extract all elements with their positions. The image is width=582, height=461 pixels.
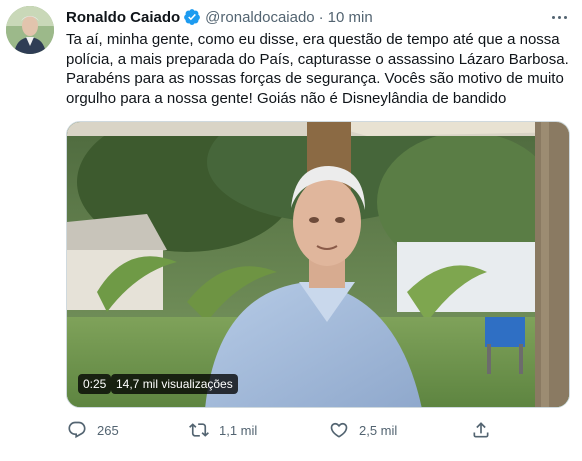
like-button[interactable]: 2,5 mil <box>328 418 397 442</box>
video-player[interactable] <box>66 121 570 408</box>
tweet-text-line: Parabéns para as nossas forças de segura… <box>66 70 564 87</box>
like-count: 2,5 mil <box>359 422 398 438</box>
separator-dot: · <box>318 8 324 26</box>
retweet-button[interactable]: 1,1 mil <box>188 418 257 442</box>
author-name[interactable]: Ronaldo Caiado <box>66 9 180 26</box>
more-icon[interactable] <box>548 8 570 26</box>
retweet-icon <box>188 419 210 441</box>
heart-icon <box>328 419 350 441</box>
tweet-text-line: orgulho para a nossa gente! Goiás não é … <box>66 89 507 107</box>
avatar[interactable] <box>6 6 54 54</box>
tweet-actions: 265 1,1 mil 2,5 mil <box>66 418 506 442</box>
reply-button[interactable]: 265 <box>66 418 119 442</box>
tweet-text: Ta aí, minha gente, como eu disse, era q… <box>66 30 569 108</box>
video-frame <box>67 122 569 407</box>
video-views: 14,7 mil visualizações <box>111 374 238 394</box>
tweet-header: Ronaldo Caiado @ronaldocaiado · 10 min <box>66 7 542 27</box>
tweet-text-line: Ta aí, minha gente, como eu disse, era q… <box>66 31 560 48</box>
timestamp[interactable]: 10 min <box>328 9 373 26</box>
tweet-card[interactable]: Ronaldo Caiado @ronaldocaiado · 10 min T… <box>0 0 582 461</box>
tweet-text-line: polícia, a mais preparada do País, captu… <box>66 50 569 68</box>
avatar-image <box>6 6 54 54</box>
share-button[interactable] <box>470 418 492 442</box>
reply-icon <box>66 419 88 441</box>
verified-badge-icon <box>183 8 201 26</box>
video-duration: 0:25 <box>78 374 112 394</box>
reply-count: 265 <box>97 422 119 438</box>
share-icon <box>470 419 492 441</box>
author-handle[interactable]: @ronaldocaiado <box>205 9 314 26</box>
retweet-count: 1,1 mil <box>219 422 258 438</box>
